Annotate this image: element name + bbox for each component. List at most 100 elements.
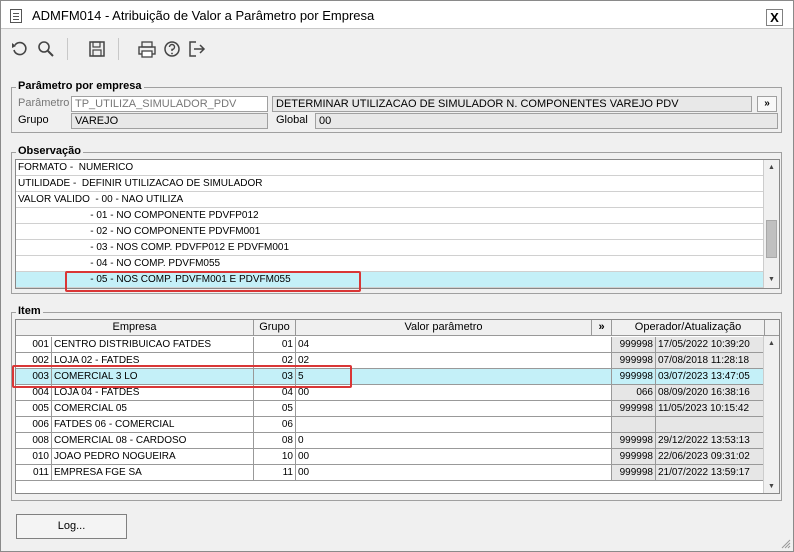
cell-valor[interactable]: 02	[296, 353, 612, 369]
grupo-label: Grupo	[18, 114, 49, 126]
parametro-field[interactable]: TP_UTILIZA_SIMULADOR_PDV	[71, 96, 268, 112]
print-icon[interactable]	[138, 40, 156, 58]
expand-parametro-button[interactable]: »	[757, 96, 777, 112]
table-row[interactable]: 001 CENTRO DISTRIBUICAO FATDES 01 04 999998 1…	[16, 337, 765, 353]
cell-empresa: CENTRO DISTRIBUICAO FATDES	[52, 337, 254, 353]
cell-empresa: COMERCIAL 08 - CARDOSO	[52, 433, 254, 449]
cell-data: 29/12/2022 13:53:13	[656, 433, 765, 449]
table-row[interactable]: 004 LOJA 04 - FATDES 04 00 066 08/09/2020 16:…	[16, 385, 765, 401]
title-bar: ADMFM014 - Atribuição de Valor a Parâmet…	[1, 1, 793, 29]
column-valor[interactable]: Valor parâmetro	[296, 320, 592, 336]
cell-data: 08/09/2020 16:38:16	[656, 385, 765, 401]
cell-empresa: LOJA 04 - FATDES	[52, 385, 254, 401]
cell-data	[656, 417, 765, 433]
cell-operador: 999998	[612, 433, 656, 449]
cell-grupo: 04	[254, 385, 296, 401]
expand-valor-button[interactable]: »	[592, 320, 612, 336]
observacao-line: FORMATO - NUMERICO	[16, 160, 764, 176]
table-row[interactable]: 006 FATDES 06 - COMERCIAL 06	[16, 417, 765, 433]
cell-codigo: 002	[16, 353, 52, 369]
cell-data: 07/08/2018 11:28:18	[656, 353, 765, 369]
column-grupo[interactable]: Grupo	[254, 320, 296, 336]
search-icon[interactable]	[37, 40, 55, 58]
help-icon[interactable]	[163, 40, 181, 58]
cell-operador	[612, 417, 656, 433]
observacao-line: VALOR VALIDO - 00 - NAO UTILIZA	[16, 192, 764, 208]
cell-data: 17/05/2022 10:39:20	[656, 337, 765, 353]
global-label: Global	[276, 114, 308, 126]
observacao-list[interactable]: FORMATO - NUMERICO UTILIDADE - DEFINIR U…	[15, 159, 780, 289]
observacao-line: - 04 - NO COMP. PDVFM055	[16, 256, 764, 272]
cell-codigo: 010	[16, 449, 52, 465]
cell-grupo: 01	[254, 337, 296, 353]
cell-valor[interactable]	[296, 417, 612, 433]
cell-codigo: 004	[16, 385, 52, 401]
exit-icon[interactable]	[188, 40, 206, 58]
cell-empresa: COMERCIAL 3 LO	[52, 369, 254, 385]
table-row[interactable]: 011 EMPRESA FGE SA 11 00 999998 21/07/2022 13…	[16, 465, 765, 481]
observacao-group-title: Observação	[16, 145, 83, 157]
scroll-up-icon[interactable]: ▲	[764, 336, 779, 352]
cell-valor[interactable]: 00	[296, 385, 612, 401]
item-grid: Empresa Grupo Valor parâmetro » Operador…	[15, 319, 780, 494]
parametro-label: Parâmetro	[18, 97, 70, 109]
observacao-line-selected: - 05 - NOS COMP. PDVFM001 E PDVFM055	[16, 272, 764, 288]
observacao-line: UTILIDADE - DEFINIR UTILIZACAO DE SIMULA…	[16, 176, 764, 192]
cell-empresa: FATDES 06 - COMERCIAL	[52, 417, 254, 433]
resize-grip-icon[interactable]	[781, 539, 791, 549]
cell-codigo: 005	[16, 401, 52, 417]
observacao-line: - 01 - NO COMPONENTE PDVFP012	[16, 208, 764, 224]
cell-data: 11/05/2023 10:15:42	[656, 401, 765, 417]
cell-grupo: 06	[254, 417, 296, 433]
scroll-down-icon[interactable]: ▼	[764, 479, 779, 493]
cell-valor[interactable]	[296, 401, 612, 417]
table-row[interactable]: 008 COMERCIAL 08 - CARDOSO 08 0 999998 29/12/…	[16, 433, 765, 449]
global-field: 00	[315, 113, 778, 129]
cell-empresa: JOAO PEDRO NOGUEIRA	[52, 449, 254, 465]
column-empresa[interactable]: Empresa	[16, 320, 254, 336]
close-button[interactable]: X	[766, 9, 783, 26]
scroll-down-icon[interactable]: ▼	[764, 272, 779, 288]
cell-operador: 999998	[612, 353, 656, 369]
cell-operador: 999998	[612, 337, 656, 353]
observacao-line: - 03 - NOS COMP. PDVFP012 E PDVFM001	[16, 240, 764, 256]
column-operador[interactable]: Operador/Atualização	[612, 320, 765, 336]
cell-operador: 999998	[612, 465, 656, 481]
grupo-field: VAREJO	[71, 113, 268, 129]
log-button[interactable]: Log...	[16, 514, 127, 539]
cell-valor[interactable]: 00	[296, 465, 612, 481]
cell-grupo: 10	[254, 449, 296, 465]
table-row[interactable]: 003 COMERCIAL 3 LO 03 5 999998 03/07/2023 13:…	[16, 369, 765, 385]
cell-operador: 066	[612, 385, 656, 401]
cell-valor[interactable]: 00	[296, 449, 612, 465]
cell-valor[interactable]: 5	[296, 369, 612, 385]
cell-grupo: 11	[254, 465, 296, 481]
cell-empresa: COMERCIAL 05	[52, 401, 254, 417]
cell-operador: 999998	[612, 369, 656, 385]
cell-empresa: EMPRESA FGE SA	[52, 465, 254, 481]
cell-data: 03/07/2023 13:47:05	[656, 369, 765, 385]
item-group-title: Item	[16, 305, 43, 317]
cell-valor[interactable]: 04	[296, 337, 612, 353]
cell-codigo: 011	[16, 465, 52, 481]
cell-codigo: 003	[16, 369, 52, 385]
cell-codigo: 006	[16, 417, 52, 433]
observacao-scrollbar[interactable]: ▲ ▼	[763, 160, 779, 288]
item-scrollbar[interactable]: ▲ ▼	[763, 336, 779, 493]
scroll-thumb[interactable]	[766, 220, 777, 258]
undo-icon[interactable]	[11, 40, 29, 58]
save-icon[interactable]	[88, 40, 106, 58]
table-row[interactable]: 002 LOJA 02 - FATDES 02 02 999998 07/08/2018 …	[16, 353, 765, 369]
document-icon	[10, 9, 22, 23]
observacao-line: - 02 - NO COMPONENTE PDVFM001	[16, 224, 764, 240]
scroll-up-icon[interactable]: ▲	[764, 160, 779, 176]
table-row[interactable]: 005 COMERCIAL 05 05 999998 11/05/2023 10:15:…	[16, 401, 765, 417]
main-window: ADMFM014 - Atribuição de Valor a Parâmet…	[0, 0, 794, 552]
descricao-field: DETERMINAR UTILIZACAO DE SIMULADOR N. CO…	[272, 96, 752, 112]
toolbar	[1, 30, 793, 68]
table-row[interactable]: 010 JOAO PEDRO NOGUEIRA 10 00 999998 22/06/20…	[16, 449, 765, 465]
cell-operador: 999998	[612, 401, 656, 417]
cell-valor[interactable]: 0	[296, 433, 612, 449]
cell-codigo: 001	[16, 337, 52, 353]
cell-data: 21/07/2022 13:59:17	[656, 465, 765, 481]
